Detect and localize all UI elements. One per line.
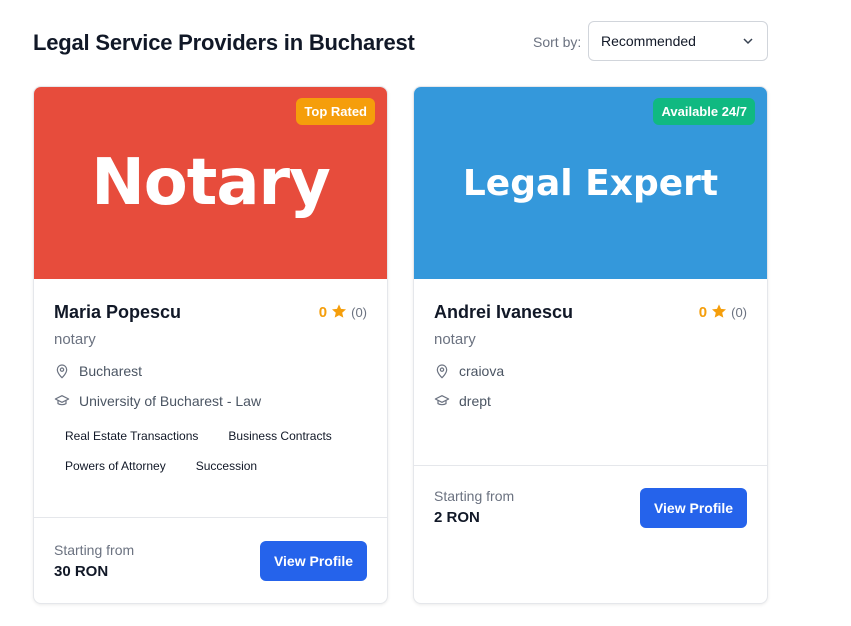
provider-category: notary [54, 331, 96, 348]
rating: 0 (0) [319, 303, 367, 322]
specialty-tag: Real Estate Transactions [54, 425, 210, 447]
map-pin-icon [434, 363, 450, 379]
price-value: 30 RON [54, 562, 109, 580]
sort-select[interactable]: Recommended [588, 21, 768, 61]
location-text: craiova [459, 363, 505, 379]
location-text: Bucharest [79, 363, 143, 379]
chevron-down-icon [741, 34, 755, 48]
page-title: Legal Service Providers in Bucharest [33, 30, 415, 55]
specialty-tags: Real Estate Transactions Business Contra… [54, 425, 354, 477]
top-rated-badge: Top Rated [296, 98, 375, 125]
map-pin-icon [54, 363, 70, 379]
provider-banner: Legal Expert Available 24/7 [414, 87, 767, 279]
sort-select-value: Recommended [601, 33, 696, 49]
provider-card: Notary Top Rated Maria Popescu 0 (0) not… [33, 86, 388, 604]
banner-text: Legal Expert [462, 162, 719, 204]
location-row: craiova [434, 363, 747, 379]
sort-label: Sort by: [533, 34, 582, 50]
view-profile-button[interactable]: View Profile [640, 488, 747, 528]
provider-banner: Notary Top Rated [34, 87, 387, 279]
specialty-tag: Powers of Attorney [54, 455, 177, 477]
graduation-cap-icon [434, 393, 450, 409]
available-badge: Available 24/7 [653, 98, 755, 125]
rating-score: 0 [318, 304, 328, 321]
review-count: (0) [351, 305, 367, 320]
education-text: University of Bucharest - Law [79, 393, 262, 409]
graduation-cap-icon [54, 393, 70, 409]
card-footer: Starting from 30 RON View Profile [34, 517, 387, 603]
education-row: drept [434, 393, 747, 409]
price-value: 2 RON [434, 509, 480, 526]
education-text: drept [459, 393, 491, 409]
star-icon [711, 303, 727, 322]
location-row: Bucharest [54, 363, 367, 379]
rating-score: 0 [698, 304, 708, 321]
view-profile-button[interactable]: View Profile [260, 540, 367, 581]
banner-text: Notary [91, 146, 331, 220]
specialty-tag: Business Contracts [217, 425, 343, 447]
education-row: University of Bucharest - Law [54, 393, 367, 409]
provider-category: notary [434, 331, 476, 348]
rating: 0 (0) [699, 303, 747, 322]
price-block: Starting from 30 RON [54, 542, 134, 580]
provider-card: Legal Expert Available 24/7 Andrei Ivane… [413, 86, 768, 604]
review-count: (0) [731, 305, 747, 320]
card-footer: Starting from 2 RON View Profile [414, 465, 767, 603]
price-block: Starting from 2 RON [434, 488, 514, 526]
price-label: Starting from [434, 488, 515, 504]
price-label: Starting from [54, 541, 135, 558]
star-icon [331, 303, 347, 322]
specialty-tag: Succession [184, 455, 269, 477]
